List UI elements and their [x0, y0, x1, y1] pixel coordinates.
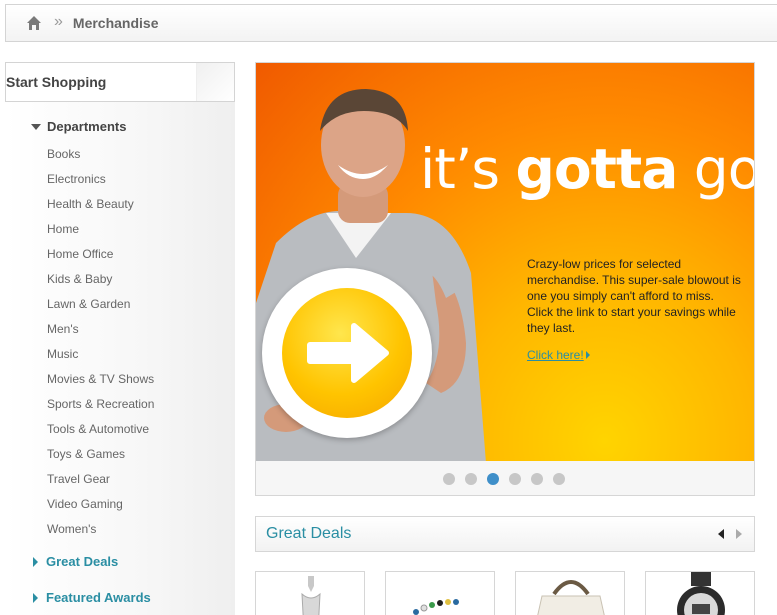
product-image-watch [677, 572, 725, 615]
home-icon[interactable] [26, 15, 42, 31]
hero-title-part-1: it’s [420, 137, 516, 201]
great-deals-header: Great Deals [255, 516, 755, 552]
sidebar-item-health-beauty[interactable]: Health & Beauty [47, 192, 154, 217]
carousel-dot[interactable] [443, 473, 455, 485]
product-image-bracelet [413, 599, 459, 615]
breadcrumb-current: Merchandise [72, 15, 159, 31]
hero-description: Crazy-low prices for selected merchandis… [527, 257, 741, 335]
departments-toggle[interactable]: Departments [31, 119, 126, 134]
product-card[interactable] [515, 571, 625, 615]
deals-product-row [255, 571, 755, 615]
arrow-left-icon[interactable] [718, 529, 724, 539]
department-list: Books Electronics Health & Beauty Home H… [47, 142, 154, 542]
featured-awards-label: Featured Awards [46, 590, 151, 605]
sidebar-header-corner [196, 63, 234, 101]
arrow-right-icon[interactable] [736, 529, 742, 539]
hero-title-bold: gotta [515, 137, 678, 201]
great-deals-title: Great Deals [266, 525, 352, 542]
breadcrumb: » Merchandise [5, 4, 777, 42]
hero-carousel: it’s gotta go! Crazy-low prices for sele… [255, 62, 755, 496]
sidebar-item-travel-gear[interactable]: Travel Gear [47, 467, 154, 492]
departments-label: Departments [47, 119, 127, 134]
chevron-right-icon [33, 592, 38, 603]
hero-click-here-link[interactable]: Click here! [527, 348, 590, 362]
sidebar-item-womens[interactable]: Women's [47, 517, 154, 542]
sidebar-item-mens[interactable]: Men's [47, 317, 154, 342]
sidebar-item-movies-tv[interactable]: Movies & TV Shows [47, 367, 154, 392]
sidebar-item-tools-automotive[interactable]: Tools & Automotive [47, 417, 154, 442]
product-card[interactable] [255, 571, 365, 615]
sidebar-item-electronics[interactable]: Electronics [47, 167, 154, 192]
arrow-sign-face [282, 288, 412, 418]
sidebar-title: Start Shopping [6, 74, 107, 90]
hero-link-label: Click here! [527, 348, 584, 362]
great-deals-label: Great Deals [46, 554, 119, 569]
chevron-down-icon [31, 123, 41, 130]
product-image-handbag [537, 580, 605, 615]
carousel-dot[interactable] [509, 473, 521, 485]
sidebar-link-featured-awards[interactable]: Featured Awards [33, 590, 151, 605]
hero-title-part-2: go! [693, 137, 754, 201]
hero-title: it’s gotta go! [420, 137, 754, 201]
sidebar-item-sports-recreation[interactable]: Sports & Recreation [47, 392, 154, 417]
sidebar-item-home[interactable]: Home [47, 217, 154, 242]
arrow-right-icon [307, 323, 389, 383]
sidebar-item-kids-baby[interactable]: Kids & Baby [47, 267, 154, 292]
sidebar-item-lawn-garden[interactable]: Lawn & Garden [47, 292, 154, 317]
carousel-dot[interactable] [465, 473, 477, 485]
carousel-dot[interactable] [553, 473, 565, 485]
chevron-right-icon [585, 351, 590, 359]
product-card[interactable] [645, 571, 755, 615]
carousel-pagination [443, 473, 565, 485]
sidebar-item-video-gaming[interactable]: Video Gaming [47, 492, 154, 517]
sidebar-header: Start Shopping [5, 62, 235, 102]
product-card[interactable] [385, 571, 495, 615]
hero-banner[interactable]: it’s gotta go! Crazy-low prices for sele… [256, 63, 754, 461]
sidebar-item-music[interactable]: Music [47, 342, 154, 367]
sidebar-link-great-deals[interactable]: Great Deals [33, 554, 118, 569]
sidebar: Start Shopping Departments Books Electro… [5, 62, 235, 615]
carousel-dot[interactable] [531, 473, 543, 485]
sidebar-item-books[interactable]: Books [47, 142, 154, 167]
chevron-right-icon [33, 556, 38, 567]
breadcrumb-separator: » [54, 13, 63, 30]
sidebar-item-home-office[interactable]: Home Office [47, 242, 154, 267]
carousel-dot-active[interactable] [487, 473, 499, 485]
deals-navigation [718, 529, 742, 539]
arrow-sign [262, 268, 432, 438]
sidebar-item-toys-games[interactable]: Toys & Games [47, 442, 154, 467]
product-image-pendant [301, 576, 321, 615]
